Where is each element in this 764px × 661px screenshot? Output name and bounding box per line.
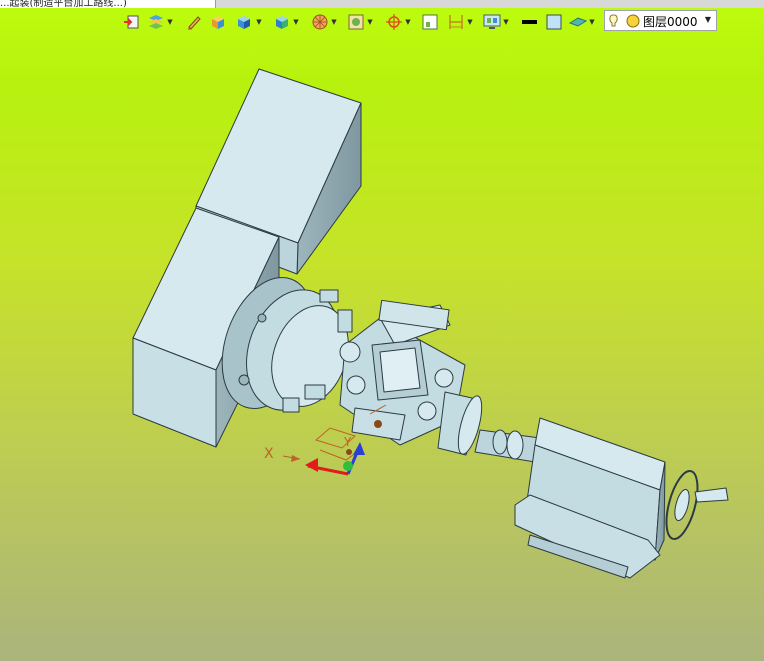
spindle-shaft <box>437 391 541 463</box>
axis-x-label: X <box>264 446 274 462</box>
3d-viewport[interactable]: X Y <box>0 0 764 661</box>
axis-y-label: Y <box>343 435 352 449</box>
tailstock <box>514 417 729 579</box>
